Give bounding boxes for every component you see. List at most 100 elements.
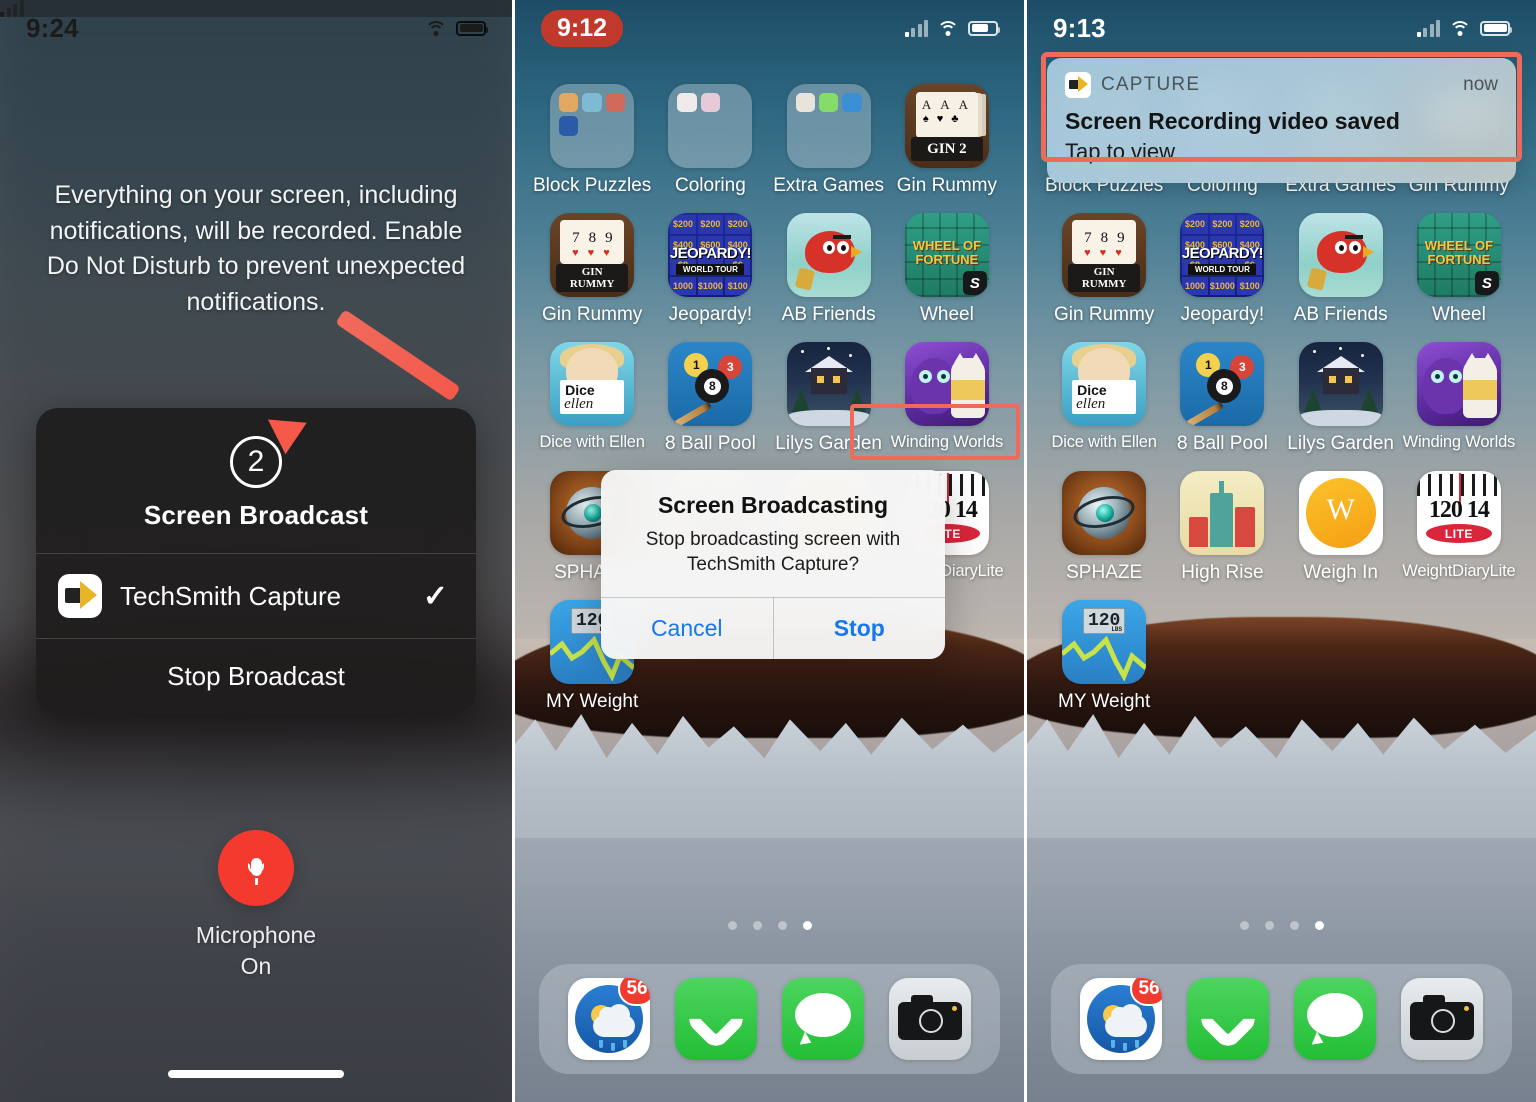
- app-icon-cell[interactable]: Dice ellen Dice with Ellen: [533, 342, 651, 455]
- app-icon-cell[interactable]: WHEEL OF FORTUNE S Wheel: [888, 213, 1006, 326]
- stop-broadcast-button[interactable]: Stop Broadcast: [36, 638, 476, 714]
- app-label: Jeopardy!: [1180, 304, 1265, 325]
- app-label: WeightDiaryLite: [1402, 562, 1516, 580]
- dice-with-ellen-icon[interactable]: Dice ellen: [1062, 342, 1147, 426]
- app-icon-cell[interactable]: $200$200$200$400$600$400$8$61000$1000$10…: [1163, 213, 1281, 326]
- screen-broadcasting-alert: Screen Broadcasting Stop broadcasting sc…: [601, 470, 946, 660]
- high-rise-icon[interactable]: [1180, 471, 1265, 555]
- page-dot[interactable]: [1239, 921, 1249, 930]
- app-icon-cell[interactable]: Coloring: [651, 84, 769, 197]
- wheel-of-fortune-icon[interactable]: WHEEL OF FORTUNE S: [1416, 213, 1501, 297]
- gin-rummy-icon[interactable]: 789 ♥♥♥ GIN RUMMY: [550, 213, 635, 297]
- cancel-button[interactable]: Cancel: [601, 598, 774, 660]
- dice-with-ellen-icon[interactable]: Dice ellen: [550, 342, 635, 426]
- lilys-garden-icon[interactable]: [1298, 342, 1383, 426]
- page-dot[interactable]: [1264, 921, 1274, 930]
- app-icon-cell[interactable]: Extra Games: [770, 84, 888, 197]
- app-icon-cell[interactable]: AAA♠♥♣ GIN 2 Gin Rummy: [888, 84, 1006, 197]
- app-icon-cell[interactable]: Winding Worlds: [1400, 342, 1518, 455]
- home-indicator[interactable]: [168, 1070, 344, 1078]
- app-icon-cell[interactable]: Block Puzzles: [533, 84, 651, 197]
- phone-icon[interactable]: [674, 978, 757, 1060]
- app-icon-cell[interactable]: 120 14 LITE WeightDiaryLite: [1400, 471, 1518, 584]
- camera-icon[interactable]: [889, 978, 972, 1060]
- page-dot-active[interactable]: [802, 921, 812, 930]
- wifi-icon: [1449, 20, 1471, 37]
- stop-button[interactable]: Stop: [774, 598, 946, 659]
- wifi-icon: [937, 20, 959, 37]
- jeopardy-icon[interactable]: $200$200$200$400$600$400$8$61000$1000$10…: [668, 213, 753, 297]
- gin-rummy-2-icon[interactable]: AAA♠♥♣ GIN 2: [904, 84, 989, 168]
- dock: 56: [539, 964, 1000, 1074]
- broadcast-panel-title: Screen Broadcast: [143, 500, 369, 530]
- page-dot[interactable]: [777, 921, 787, 930]
- alert-title: Screen Broadcasting: [657, 492, 889, 518]
- app-icon-cell[interactable]: $200$200$200$400$600$400$8$61000$1000$10…: [651, 213, 769, 326]
- weather-icon[interactable]: 56: [567, 978, 650, 1060]
- app-icon-cell[interactable]: SPHAZE: [1045, 471, 1163, 584]
- microphone-icon[interactable]: [218, 830, 294, 906]
- notification-badge: 56: [1130, 978, 1162, 1006]
- microphone-title: Microphone: [195, 922, 317, 948]
- app-icon-cell[interactable]: AB Friends: [1282, 213, 1400, 326]
- angry-birds-friends-icon[interactable]: [786, 213, 871, 297]
- page-dot-active[interactable]: [1314, 921, 1324, 930]
- status-indicators: [904, 19, 1000, 37]
- app-icon-cell[interactable]: 13 8 8 Ball Pool: [651, 342, 769, 455]
- status-bar: 9:13: [1027, 0, 1536, 56]
- app-icon-cell[interactable]: High Rise: [1163, 471, 1281, 584]
- weigh-in-icon[interactable]: W: [1298, 471, 1383, 555]
- app-icon-cell[interactable]: 789 ♥♥♥ GIN RUMMY Gin Rummy: [1045, 213, 1163, 326]
- microphone-control[interactable]: Microphone On: [0, 830, 512, 982]
- folder-icon[interactable]: [550, 84, 635, 168]
- phone-icon[interactable]: [1186, 978, 1269, 1060]
- folder-icon[interactable]: [786, 84, 871, 168]
- angry-birds-friends-icon[interactable]: [1298, 213, 1383, 297]
- app-label: High Rise: [1181, 562, 1264, 583]
- app-label: Extra Games: [773, 175, 885, 196]
- page-dot[interactable]: [727, 921, 737, 930]
- messages-icon[interactable]: [782, 978, 865, 1060]
- checkmark-icon: ✓: [422, 579, 448, 613]
- highlight-box-stop-button: [850, 404, 1020, 460]
- app-icon-cell[interactable]: 120LBS MY Weight: [1045, 600, 1163, 713]
- app-icon-cell[interactable]: W Weigh In: [1282, 471, 1400, 584]
- recording-time-pill: 9:12: [541, 9, 624, 47]
- weight-diary-lite-icon[interactable]: 120 14 LITE: [1416, 471, 1501, 555]
- app-icon-cell[interactable]: Dice ellen Dice with Ellen: [1045, 342, 1163, 455]
- weather-icon[interactable]: 56: [1079, 978, 1162, 1060]
- microphone-state: On: [240, 953, 272, 980]
- battery-full-icon: [456, 20, 488, 36]
- sphaze-icon[interactable]: [1062, 471, 1147, 555]
- jeopardy-icon[interactable]: $200$200$200$400$600$400$8$61000$1000$10…: [1180, 213, 1265, 297]
- 8-ball-pool-icon[interactable]: 13 8: [1180, 342, 1265, 426]
- app-icon-cell[interactable]: 13 8 8 Ball Pool: [1163, 342, 1281, 455]
- app-icon-cell[interactable]: WHEEL OF FORTUNE S Wheel: [1400, 213, 1518, 326]
- folder-icon[interactable]: [668, 84, 753, 168]
- techsmith-capture-icon: [58, 574, 102, 618]
- wheel-of-fortune-icon[interactable]: WHEEL OF FORTUNE S: [904, 213, 989, 297]
- phone-1-panel: 9:24 Everything on your screen, includin…: [0, 0, 512, 1102]
- page-dot[interactable]: [752, 921, 762, 930]
- app-label: Winding Worlds: [1402, 433, 1516, 451]
- app-icon-cell[interactable]: AB Friends: [770, 213, 888, 326]
- three-phone-screenshot-sheet: 9:24 Everything on your screen, includin…: [0, 0, 1536, 1102]
- gin-rummy-icon[interactable]: 789 ♥♥♥ GIN RUMMY: [1062, 213, 1147, 297]
- 8-ball-pool-icon[interactable]: 13 8: [668, 342, 753, 426]
- my-weight-icon[interactable]: 120LBS: [1062, 600, 1147, 684]
- recording-warning-text: Everything on your screen, including not…: [46, 181, 466, 316]
- status-bar: 9:12: [515, 0, 1024, 56]
- techsmith-capture-label: TechSmith Capture: [120, 580, 342, 611]
- messages-icon[interactable]: [1294, 978, 1377, 1060]
- winding-worlds-icon[interactable]: [1416, 342, 1501, 426]
- camera-icon[interactable]: [1401, 978, 1484, 1060]
- techsmith-capture-row[interactable]: TechSmith Capture ✓: [36, 553, 476, 638]
- app-icon-cell[interactable]: Lilys Garden: [1282, 342, 1400, 455]
- status-bar: 9:24: [0, 0, 512, 56]
- status-indicators: [1416, 19, 1512, 37]
- app-icon-cell[interactable]: 789 ♥♥♥ GIN RUMMY Gin Rummy: [533, 213, 651, 326]
- page-dot[interactable]: [1289, 921, 1299, 930]
- annotation-arrow-step-2: [257, 309, 461, 463]
- wifi-icon: [425, 20, 447, 37]
- app-label: Gin Rummy: [541, 304, 643, 325]
